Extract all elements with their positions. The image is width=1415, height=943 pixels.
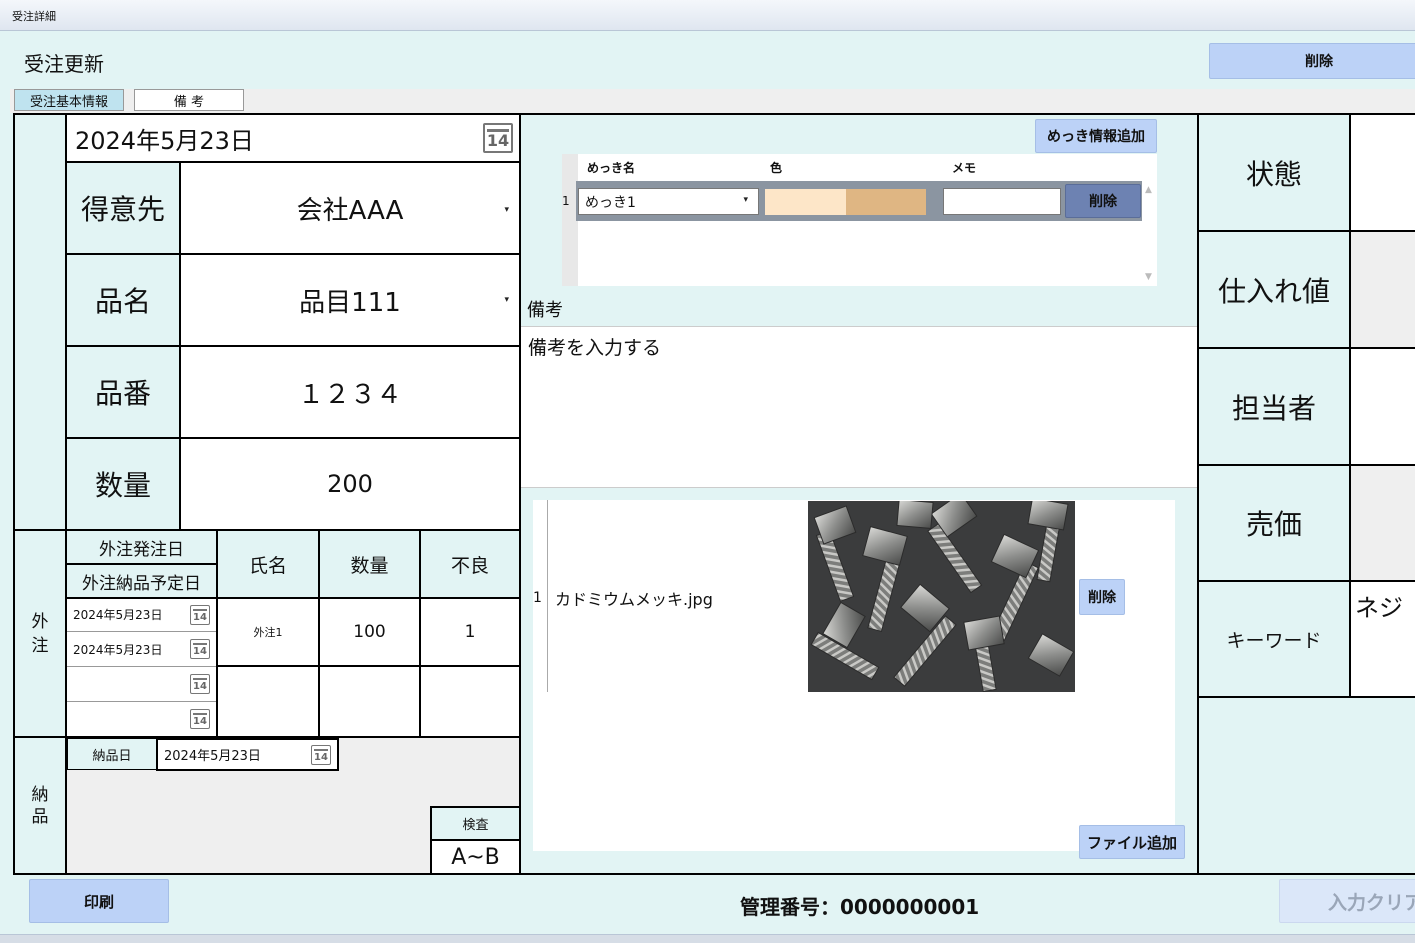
scroll-down-icon[interactable]: ▼	[1145, 272, 1152, 282]
outsource-side-label: 外 注	[13, 529, 67, 738]
chevron-down-icon: ▾	[504, 205, 509, 215]
remarks-placeholder: 備考を入力する	[528, 337, 662, 359]
keyword-field[interactable]: ネジ	[1349, 580, 1415, 698]
print-button[interactable]: 印刷	[29, 879, 169, 923]
plating-name-select[interactable]: めっき1 ▾	[578, 188, 759, 215]
tab-basic-info[interactable]: 受注基本情報	[14, 89, 124, 111]
customer-select[interactable]: 会社AAA ▾	[179, 161, 521, 255]
quantity-field[interactable]: 200	[179, 437, 521, 531]
scroll-up-icon[interactable]: ▲	[1145, 185, 1152, 195]
plating-memo-input[interactable]	[943, 188, 1061, 215]
add-plating-button[interactable]: めっき情報追加	[1035, 119, 1157, 153]
order-date-field[interactable]: 2024年5月23日 14	[65, 113, 521, 163]
window-bottom-edge	[0, 934, 1415, 943]
plating-col-name: めっき名	[587, 161, 636, 175]
customer-value: 会社AAA	[296, 195, 404, 226]
product-select[interactable]: 品目111 ▾	[179, 253, 521, 347]
management-number: 管理番号：0000000001	[740, 895, 980, 919]
outsource-name-field[interactable]: 外注1	[216, 597, 320, 667]
product-no-label: 品番	[65, 345, 181, 439]
product-no-field[interactable]: １２３４	[179, 345, 521, 439]
status-field[interactable]	[1349, 113, 1415, 232]
quantity-value: 200	[327, 470, 373, 498]
basic-side-label	[13, 113, 67, 531]
delivery-side-label: 納 品	[13, 736, 67, 875]
chevron-down-icon: ▾	[504, 295, 509, 305]
outsource-qty-field[interactable]: 100	[318, 597, 421, 667]
file-preview-image	[808, 501, 1075, 692]
inspection-field[interactable]: A~B	[430, 839, 521, 875]
chevron-down-icon: ▾	[743, 195, 748, 205]
outsource-order-date-header: 外注発注日	[65, 529, 218, 565]
file-row-no: 1	[533, 590, 542, 606]
outsource-name-value: 外注1	[253, 626, 283, 639]
plating-name-value: めっき1	[585, 194, 636, 211]
outsource-defect-field[interactable]: 1	[419, 597, 521, 667]
outsource-delivery-date-value: 2024年5月23日	[73, 642, 163, 657]
status-label: 状態	[1197, 113, 1351, 232]
keyword-value: ネジ	[1355, 594, 1403, 622]
outsource-order-date-field-empty[interactable]: 14	[67, 667, 216, 702]
staff-label: 担当者	[1197, 347, 1351, 466]
customer-label: 得意先	[65, 161, 181, 255]
remarks-textarea[interactable]: 備考を入力する	[521, 326, 1197, 488]
product-no-value: １２３４	[297, 379, 402, 410]
calendar-icon[interactable]: 14	[190, 709, 210, 729]
product-value: 品目111	[299, 287, 401, 318]
delete-order-button[interactable]: 削除	[1209, 43, 1415, 79]
delivery-date-label: 納品日	[67, 738, 157, 770]
delivery-date-field[interactable]: 2024年5月23日 14	[156, 738, 339, 771]
file-list-divider	[547, 500, 548, 692]
window-titlebar: 受注詳細	[0, 0, 1415, 31]
outsource-delivery-date-field-empty[interactable]: 14	[67, 702, 216, 736]
inspection-value: A~B	[451, 844, 500, 870]
outsource-defect-field-empty[interactable]	[419, 665, 521, 738]
outsource-qty-field-empty[interactable]	[318, 665, 421, 738]
plating-delete-button[interactable]: 削除	[1065, 184, 1141, 218]
outsource-defect-value: 1	[464, 622, 476, 642]
delivery-date-value: 2024年5月23日	[164, 749, 261, 764]
clear-input-button[interactable]: 入力クリア	[1279, 879, 1415, 923]
file-delete-button[interactable]: 削除	[1079, 579, 1125, 615]
plating-color-light[interactable]	[765, 189, 846, 215]
calendar-icon[interactable]: 14	[311, 745, 331, 765]
outsource-defect-header: 不良	[419, 529, 521, 599]
inspection-label: 検査	[430, 806, 521, 841]
remarks-label: 備考	[527, 300, 563, 321]
clear-input-label: 入力クリア	[1328, 891, 1415, 914]
outsource-delivery-date-header: 外注納品予定日	[65, 563, 218, 599]
outsource-qty-value: 100	[353, 622, 386, 642]
price-field[interactable]	[1349, 464, 1415, 582]
outsource-name-header: 氏名	[216, 529, 320, 599]
calendar-icon[interactable]: 14	[483, 123, 513, 153]
file-name: カドミウムメッキ.jpg	[555, 590, 713, 609]
outsource-qty-header: 数量	[318, 529, 421, 599]
cost-label: 仕入れ値	[1197, 230, 1351, 349]
staff-field[interactable]	[1349, 347, 1415, 466]
calendar-icon[interactable]: 14	[190, 605, 210, 625]
plating-color-dark[interactable]	[846, 189, 926, 215]
calendar-icon[interactable]: 14	[190, 674, 210, 694]
outsource-delivery-date-field[interactable]: 2024年5月23日 14	[67, 632, 216, 667]
cost-field[interactable]	[1349, 230, 1415, 349]
outsource-name-field-empty[interactable]	[216, 665, 320, 738]
calendar-icon[interactable]: 14	[190, 639, 210, 659]
quantity-label: 数量	[65, 437, 181, 531]
tab-remarks[interactable]: 備 考	[134, 89, 244, 111]
screws-image-svg	[808, 501, 1075, 692]
page-title: 受注更新	[24, 52, 104, 76]
add-file-button[interactable]: ファイル追加	[1079, 825, 1185, 859]
price-label: 売価	[1197, 464, 1351, 582]
plating-col-memo: メモ	[952, 161, 977, 175]
window-title: 受注詳細	[12, 10, 56, 23]
outsource-order-date-value: 2024年5月23日	[73, 608, 163, 622]
order-date-value: 2024年5月23日	[75, 126, 254, 155]
outsource-order-date-field[interactable]: 2024年5月23日 14	[67, 598, 216, 632]
keyword-label: キーワード	[1197, 580, 1351, 698]
plating-col-color: 色	[770, 161, 783, 175]
plating-row-no: 1	[562, 194, 570, 208]
product-label: 品名	[65, 253, 181, 347]
